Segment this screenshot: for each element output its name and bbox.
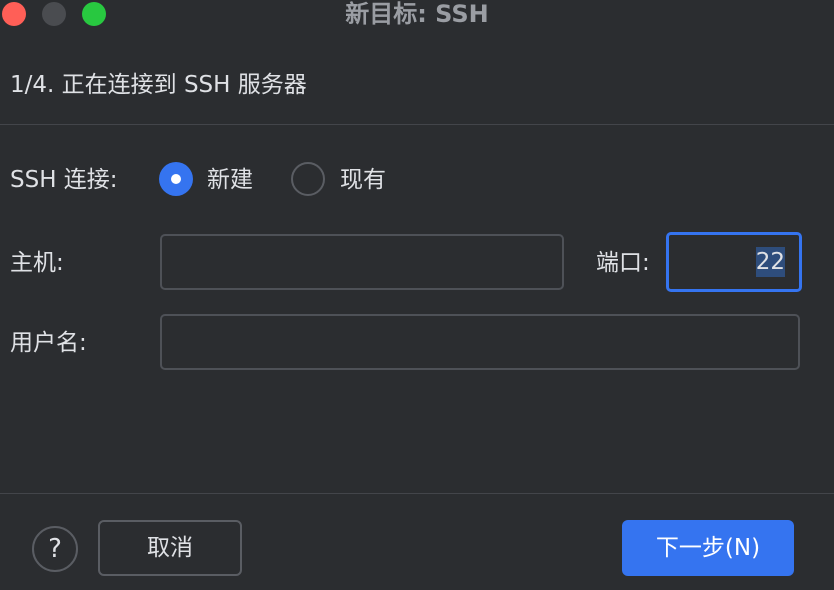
header-divider	[0, 124, 834, 125]
username-input[interactable]	[160, 314, 800, 370]
footer-divider	[0, 493, 834, 494]
radio-selected-dot	[171, 174, 181, 184]
username-label: 用户名:	[10, 330, 87, 356]
port-input[interactable]: 22	[666, 232, 802, 292]
title-bar: 新目标: SSH	[0, 0, 834, 30]
radio-existing-label[interactable]: 现有	[340, 165, 386, 195]
radio-new-label[interactable]: 新建	[207, 165, 253, 195]
step-title: 1/4. 正在连接到 SSH 服务器	[10, 72, 307, 98]
next-button[interactable]: 下一步(N)	[622, 520, 794, 576]
radio-new-connection[interactable]	[159, 162, 193, 196]
radio-existing-connection[interactable]	[291, 162, 325, 196]
window-title: 新目标: SSH	[345, 0, 489, 28]
host-input[interactable]	[160, 234, 564, 290]
port-value-selected: 22	[755, 247, 785, 277]
cancel-button[interactable]: 取消	[98, 520, 242, 576]
ssh-connection-label: SSH 连接:	[10, 167, 118, 193]
port-label: 端口:	[596, 250, 650, 276]
host-label: 主机:	[10, 250, 64, 276]
help-button[interactable]: ?	[32, 526, 78, 572]
